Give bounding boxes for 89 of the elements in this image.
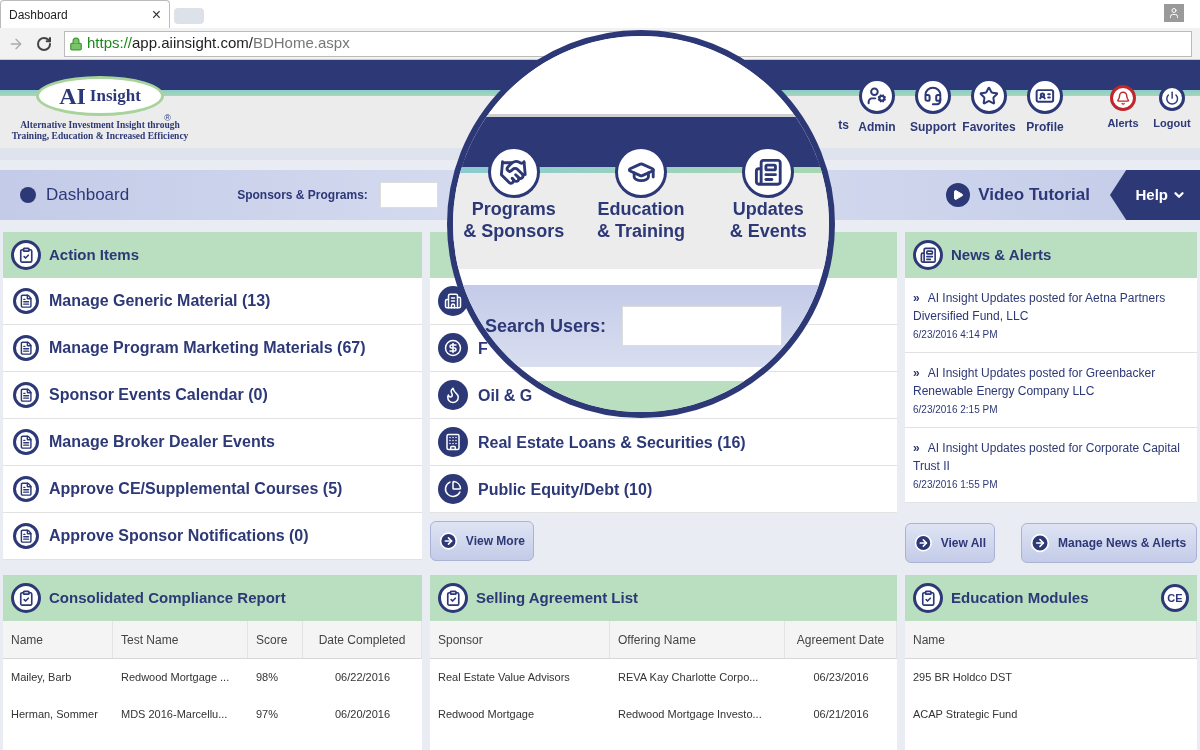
search-users-label: Search Users:: [485, 314, 607, 338]
nav-item[interactable]: ts: [838, 118, 849, 132]
news-headline[interactable]: » AI Insight Updates posted for Aetna Partners Diversified Fund, LLC: [913, 288, 1189, 325]
document-icon: [13, 523, 39, 549]
news-date: 6/23/2016 1:55 PM: [913, 477, 999, 492]
magnified-nav-item[interactable]: Updates & Events: [707, 146, 829, 242]
logo-tagline: Alternative Investment Insight through: [20, 120, 180, 131]
logo-mark: AI: [59, 82, 86, 111]
filter-label: Sponsors & Programs:: [237, 187, 368, 204]
clipboard-icon: [913, 583, 943, 613]
new-tab-button[interactable]: [174, 8, 204, 24]
filter-field[interactable]: [379, 182, 438, 208]
category-link[interactable]: Public Equity/Debt (10): [478, 480, 653, 498]
panel-button[interactable]: View More: [430, 521, 534, 561]
clipboard-icon: [11, 583, 41, 613]
bell-icon: [1110, 85, 1136, 111]
nav-item[interactable]: Favorites: [961, 78, 1017, 136]
table-cell-text: Redwood Mortgage: [437, 707, 535, 723]
reload-icon[interactable]: [36, 35, 52, 52]
pie-chart-icon: [438, 474, 468, 504]
panel-title: News & Alerts: [951, 244, 1052, 265]
panel-button[interactable]: View All: [905, 523, 995, 563]
document-icon: [13, 382, 39, 408]
table-cell-text: Herman, Sommer: [10, 707, 99, 723]
table-cell-text: Mailey, Barb: [10, 670, 73, 686]
ce-badge: CE: [1161, 584, 1189, 612]
panel-title: Education Modules: [951, 587, 1089, 608]
nav-item[interactable]: Admin: [849, 78, 905, 136]
document-icon: [13, 288, 39, 314]
help-button[interactable]: Help: [1110, 170, 1200, 220]
column-header: Agreement Date: [785, 621, 897, 658]
address-bar[interactable]: https://app.aiinsight.com/BDHome.aspx: [64, 30, 1192, 57]
column-header: Score: [248, 621, 303, 658]
table-cell-text: 06/21/2016: [812, 707, 870, 723]
table-cell-text: 98%: [255, 670, 280, 686]
table-cell-text: Real Estate Value Advisors: [437, 670, 571, 686]
lock-icon: [69, 36, 83, 51]
table-cell-text: REVA Kay Charlotte Corpo...: [617, 670, 760, 686]
panel-title: Action Items: [49, 244, 139, 265]
play-icon: [946, 183, 971, 207]
flame-icon: [438, 380, 468, 410]
column-header: Date Completed: [303, 621, 422, 658]
nav-item[interactable]: Support: [905, 78, 961, 136]
column-header: Test Name: [113, 621, 248, 658]
news-headline[interactable]: » AI Insight Updates posted for Greenbacker Renewable Energy Company LLC: [913, 363, 1189, 400]
document-icon: [13, 429, 39, 455]
browser-tab[interactable]: Dashboard ×: [0, 0, 170, 28]
logo-tagline: Training, Education & Increased Efficiency: [11, 131, 189, 142]
tab-title: Dashboard: [9, 6, 68, 24]
nav-item[interactable]: Logout: [1149, 78, 1195, 132]
nav-item[interactable]: Profile: [1017, 78, 1073, 136]
nav-item[interactable]: Alerts: [1100, 78, 1146, 132]
table-cell-text: 06/22/2016: [333, 670, 392, 686]
page-title: Dashboard: [46, 184, 130, 207]
category-link[interactable]: Oil & G: [478, 386, 533, 404]
table-cell-text: Redwood Mortgage Investo...: [617, 707, 763, 723]
column-header: Name: [905, 621, 1197, 658]
close-icon[interactable]: ×: [151, 2, 161, 27]
table-cell-text: ACAP Strategic Fund: [912, 707, 1019, 723]
table-cell-text: 295 BR Holdco DST: [912, 670, 1014, 686]
logo-word: Insight: [89, 85, 141, 108]
newspaper-icon: [913, 240, 943, 270]
document-icon: [13, 335, 39, 361]
document-icon: [13, 476, 39, 502]
url-text: https://app.aiinsight.com/BDHome.aspx: [87, 33, 350, 54]
panel-title: Selling Agreement List: [476, 587, 638, 608]
news-date: 6/23/2016 4:14 PM: [913, 327, 999, 342]
column-header: Sponsor: [430, 621, 610, 658]
clipboard-icon: [11, 240, 41, 270]
panel-title: Consolidated Compliance Report: [49, 587, 286, 608]
table-cell-text: Redwood Mortgage ...: [120, 670, 231, 686]
dollar-icon: [438, 333, 468, 363]
video-tutorial-link[interactable]: Video Tutorial: [978, 182, 1090, 208]
power-icon: [1159, 85, 1185, 111]
magnified-nav-item[interactable]: Programs & Sponsors: [453, 146, 575, 242]
news-date: 6/23/2016 2:15 PM: [913, 402, 999, 417]
column-header: Offering Name: [610, 621, 785, 658]
category-link[interactable]: F: [478, 339, 488, 357]
table-cell-text: 06/23/2016: [812, 670, 870, 686]
news-headline[interactable]: » AI Insight Updates posted for Corporate Capital Trust II: [913, 438, 1189, 475]
table-cell-text: MDS 2016-Marcellu...: [120, 707, 229, 723]
column-header: Name: [3, 621, 113, 658]
clipboard-icon: [438, 583, 468, 613]
table-cell-text: 06/20/2016: [333, 707, 392, 723]
panel-button[interactable]: Manage News & Alerts: [1021, 523, 1197, 563]
search-users-field[interactable]: [622, 306, 783, 346]
user-icon[interactable]: [1164, 4, 1184, 22]
table-cell-text: 97%: [255, 707, 280, 723]
magnified-nav-item[interactable]: Education & Training: [580, 146, 702, 242]
